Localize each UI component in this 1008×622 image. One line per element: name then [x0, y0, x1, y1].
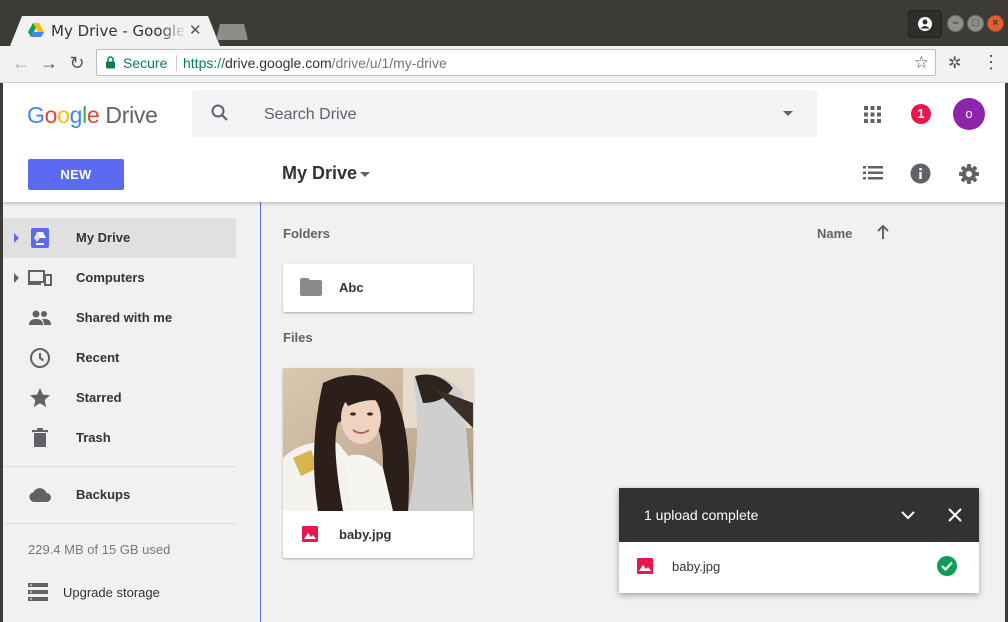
storage-icon[interactable]	[28, 583, 48, 601]
sort-by-name-button[interactable]: Name	[817, 226, 852, 241]
profile-button[interactable]	[908, 10, 942, 38]
browser-menu-icon[interactable]: ⋮	[982, 51, 1000, 73]
back-button[interactable]: ←	[10, 52, 32, 74]
sidebar-item-trash[interactable]: Trash	[3, 418, 236, 458]
reload-button[interactable]: ↻	[66, 52, 88, 74]
expand-arrow-icon[interactable]	[14, 233, 19, 243]
drive-app: GoogleDrive 1 o NEW My Drive	[3, 83, 1005, 622]
sidebar-item-label: My Drive	[76, 230, 131, 245]
trash-icon	[32, 428, 48, 447]
new-tab-button[interactable]	[216, 24, 248, 40]
computers-icon	[28, 270, 52, 286]
tab-title-fade	[160, 20, 186, 40]
minimize-button[interactable]: –	[947, 15, 964, 32]
sidebar-item-label: Starred	[76, 390, 122, 405]
sidebar-divider	[3, 466, 236, 467]
browser-window: My Drive - Google Drive ✕ – □ × ← → ↻ Se…	[0, 0, 1008, 622]
url-path: /drive/u/1/my-drive	[331, 55, 447, 71]
sidebar-item-starred[interactable]: Starred	[3, 378, 236, 418]
bookmark-star-icon[interactable]: ☆	[914, 53, 929, 73]
google-drive-favicon-icon	[28, 23, 44, 37]
check-circle-icon	[937, 556, 957, 576]
sidebar-item-label: Trash	[76, 430, 111, 445]
sidebar: My Drive Computers Shared with me Recent…	[3, 202, 261, 622]
person-icon	[918, 17, 932, 31]
account-avatar[interactable]: o	[953, 98, 985, 130]
address-bar[interactable]: Secure https://drive.google.com/drive/u/…	[96, 49, 936, 76]
uploaded-file-name[interactable]: baby.jpg	[672, 559, 720, 574]
tab-close-icon[interactable]: ✕	[189, 21, 202, 39]
storage-usage-text: 229.4 MB of 15 GB used	[28, 542, 171, 557]
upgrade-storage-link[interactable]: Upgrade storage	[63, 585, 160, 600]
url-text: https://drive.google.com/drive/u/1/my-dr…	[183, 55, 447, 71]
upload-panel-header: 1 upload complete	[619, 488, 979, 542]
location-caret-icon[interactable]	[360, 172, 370, 177]
url-host: drive.google.com	[225, 55, 332, 71]
address-separator	[176, 55, 177, 71]
file-card[interactable]: baby.jpg	[283, 368, 473, 558]
window-close-button[interactable]: ×	[987, 15, 1004, 32]
close-icon[interactable]	[946, 506, 964, 524]
sidebar-item-label: Computers	[76, 270, 145, 285]
folders-section-label: Folders	[283, 226, 330, 241]
url-scheme: https://	[183, 55, 226, 71]
sort-ascending-arrow-icon[interactable]	[875, 222, 891, 242]
new-button[interactable]: NEW	[28, 159, 124, 190]
folder-name: Abc	[339, 280, 364, 295]
logo-google: Google	[27, 102, 100, 128]
star-icon	[30, 388, 50, 407]
sidebar-item-computers[interactable]: Computers	[3, 258, 236, 298]
list-view-icon[interactable]	[863, 165, 883, 181]
folder-icon	[300, 278, 322, 296]
tab-bar: My Drive - Google Drive ✕ – □ ×	[0, 0, 1008, 46]
sidebar-item-recent[interactable]: Recent	[3, 338, 236, 378]
settings-gear-icon[interactable]	[958, 163, 980, 185]
folder-card[interactable]: Abc	[283, 264, 473, 312]
apps-grid-icon[interactable]	[864, 106, 881, 123]
files-section-label: Files	[283, 330, 313, 345]
my-drive-icon	[31, 228, 49, 248]
search-input[interactable]	[262, 90, 766, 139]
expand-arrow-icon[interactable]	[14, 273, 19, 283]
chevron-down-icon[interactable]	[899, 506, 917, 524]
sidebar-item-my-drive[interactable]: My Drive	[3, 218, 236, 258]
search-options-caret-icon[interactable]	[783, 111, 793, 116]
location-title[interactable]: My Drive	[282, 163, 357, 184]
people-icon	[29, 310, 51, 325]
info-icon[interactable]	[910, 163, 931, 184]
sidebar-item-backups[interactable]: Backups	[3, 475, 236, 515]
clock-icon	[30, 348, 50, 368]
image-file-icon	[302, 526, 318, 542]
notification-badge[interactable]: 1	[911, 104, 931, 124]
sidebar-item-label: Recent	[76, 350, 120, 365]
google-drive-logo[interactable]: Google Drive	[27, 102, 158, 129]
cloud-icon	[29, 488, 51, 502]
upload-status-panel: 1 upload complete baby.jpg	[619, 488, 979, 593]
search-box[interactable]	[192, 90, 817, 139]
maximize-button[interactable]: □	[967, 15, 984, 32]
upload-status-title: 1 upload complete	[644, 507, 759, 523]
sidebar-divider	[3, 523, 236, 524]
extension-icon[interactable]: ✲	[948, 53, 961, 73]
drive-header: GoogleDrive 1 o NEW My Drive	[3, 83, 1005, 202]
forward-button[interactable]: →	[38, 52, 60, 74]
sidebar-item-label: Shared with me	[76, 310, 173, 325]
secure-label: Secure	[123, 55, 168, 71]
file-thumbnail-image	[283, 368, 473, 511]
browser-toolbar: ← → ↻ Secure https://drive.google.com/dr…	[0, 46, 1008, 83]
logo-drive: Drive	[105, 102, 158, 128]
sidebar-item-label: Backups	[76, 487, 131, 502]
file-name: baby.jpg	[339, 527, 392, 542]
lock-icon	[106, 56, 115, 69]
search-icon[interactable]	[210, 103, 230, 123]
sidebar-item-shared-with-me[interactable]: Shared with me	[3, 298, 236, 338]
image-file-icon	[637, 558, 653, 574]
